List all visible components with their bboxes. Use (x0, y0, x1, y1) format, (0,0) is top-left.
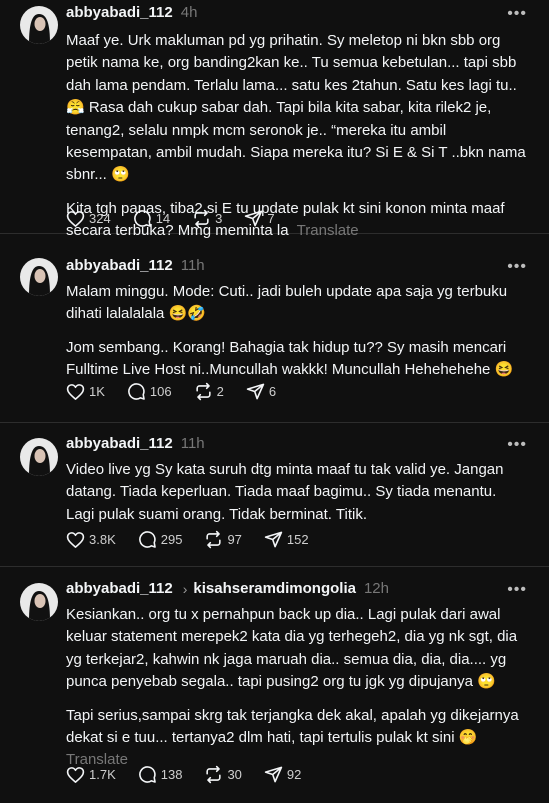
username[interactable]: abbyabadi_112 (66, 435, 173, 453)
more-options-icon[interactable]: ••• (507, 437, 527, 453)
action-bar: 3.8K 295 97 152 (66, 530, 331, 549)
reply-button[interactable]: 295 (138, 530, 183, 549)
repost-icon (206, 530, 222, 549)
share-button[interactable]: 7 (244, 209, 275, 228)
thread-post: abbyabadi_112 4h ••• Maaf ye. Urk maklum… (0, 0, 549, 239)
reply-button[interactable]: 106 (127, 382, 172, 401)
comment-icon (128, 383, 145, 400)
post-body: Kesiankan.. org tu x pernahpun back up d… (66, 604, 528, 772)
reply-count: 138 (160, 767, 183, 782)
send-icon (264, 766, 283, 783)
send-icon (245, 210, 263, 227)
action-bar: 1.7K 138 30 92 (66, 765, 323, 784)
heart-icon (66, 766, 85, 783)
repost-icon (206, 765, 222, 784)
post-paragraph: Maaf ye. Urk makluman pd yg prihatin. Sy… (66, 32, 526, 184)
more-options-icon[interactable]: ••• (507, 582, 527, 598)
reply-to-username[interactable]: kisahseramdimongolia (193, 580, 356, 598)
reply-count: 295 (160, 532, 183, 547)
comment-icon (138, 531, 156, 548)
post-paragraph: Kesiankan.. org tu x pernahpun back up d… (66, 606, 518, 691)
thread-post: abbyabadi_112 11h ••• Video live yg Sy k… (0, 423, 549, 567)
like-count: 3.8K (89, 532, 116, 547)
heart-icon (66, 210, 85, 227)
post-header: abbyabadi_112 11h (66, 435, 205, 453)
reply-count: 14 (155, 211, 171, 226)
reply-count: 106 (149, 384, 172, 399)
repost-button[interactable]: 2 (194, 382, 224, 401)
post-paragraph: Video live yg Sy kata suruh dtg minta ma… (66, 461, 504, 523)
comment-icon (138, 766, 156, 783)
chevron-right-icon: › (182, 581, 188, 597)
share-count: 7 (267, 211, 275, 226)
thread-post: abbyabadi_112 › kisahseramdimongolia 12h… (0, 567, 549, 803)
repost-count: 30 (227, 767, 242, 782)
like-button[interactable]: 1.7K (66, 766, 116, 784)
avatar[interactable] (20, 583, 58, 621)
share-button[interactable]: 92 (264, 765, 301, 784)
avatar[interactable] (20, 6, 58, 44)
username[interactable]: abbyabadi_112 (66, 580, 173, 598)
post-header: abbyabadi_112 › kisahseramdimongolia 12h (66, 580, 389, 598)
send-icon (264, 531, 283, 548)
repost-count: 3 (215, 211, 223, 226)
thread-post: abbyabadi_112 11h ••• Malam minggu. Mode… (0, 234, 549, 423)
timestamp[interactable]: 11h (181, 257, 205, 275)
heart-icon (66, 531, 85, 548)
post-paragraph: Jom sembang.. Korang! Bahagia tak hidup … (66, 338, 514, 379)
action-bar: 1K 106 2 6 (66, 382, 298, 401)
repost-icon (194, 209, 209, 228)
share-button[interactable]: 152 (264, 530, 309, 549)
like-button[interactable]: 3.8K (66, 531, 116, 549)
action-bar: 324 14 3 7 (66, 209, 297, 228)
like-count: 324 (89, 211, 111, 226)
share-button[interactable]: 6 (246, 382, 276, 401)
post-body: Malam minggu. Mode: Cuti.. jadi buleh up… (66, 281, 528, 393)
repost-button[interactable]: 3 (192, 209, 222, 228)
repost-button[interactable]: 97 (204, 530, 242, 549)
repost-button[interactable]: 30 (204, 765, 242, 784)
timestamp[interactable]: 4h (181, 4, 198, 22)
post-paragraph: Tapi serius,sampai skrg tak terjangka de… (66, 706, 519, 747)
send-icon (246, 383, 265, 400)
timestamp[interactable]: 12h (364, 580, 389, 598)
username[interactable]: abbyabadi_112 (66, 257, 173, 275)
post-header: abbyabadi_112 11h (66, 257, 205, 275)
repost-count: 97 (227, 532, 242, 547)
like-count: 1.7K (89, 767, 116, 782)
more-options-icon[interactable]: ••• (507, 6, 527, 22)
share-count: 6 (268, 384, 277, 399)
avatar[interactable] (20, 258, 58, 296)
share-count: 152 (286, 532, 309, 547)
repost-count: 2 (216, 384, 224, 399)
comment-icon (133, 210, 151, 227)
reply-button[interactable]: 14 (133, 209, 170, 228)
more-options-icon[interactable]: ••• (507, 259, 527, 275)
timestamp[interactable]: 11h (181, 435, 205, 453)
reply-button[interactable]: 138 (138, 765, 183, 784)
post-paragraph: Malam minggu. Mode: Cuti.. jadi buleh up… (66, 283, 508, 323)
like-count: 1K (89, 384, 105, 399)
like-button[interactable]: 1K (66, 383, 105, 401)
share-count: 92 (286, 767, 302, 782)
heart-icon (66, 383, 85, 400)
repost-icon (195, 382, 211, 401)
post-header: abbyabadi_112 4h (66, 4, 197, 22)
post-body: Video live yg Sy kata suruh dtg minta ma… (66, 459, 528, 537)
like-button[interactable]: 324 (66, 210, 111, 228)
avatar[interactable] (20, 438, 58, 476)
username[interactable]: abbyabadi_112 (66, 4, 173, 22)
